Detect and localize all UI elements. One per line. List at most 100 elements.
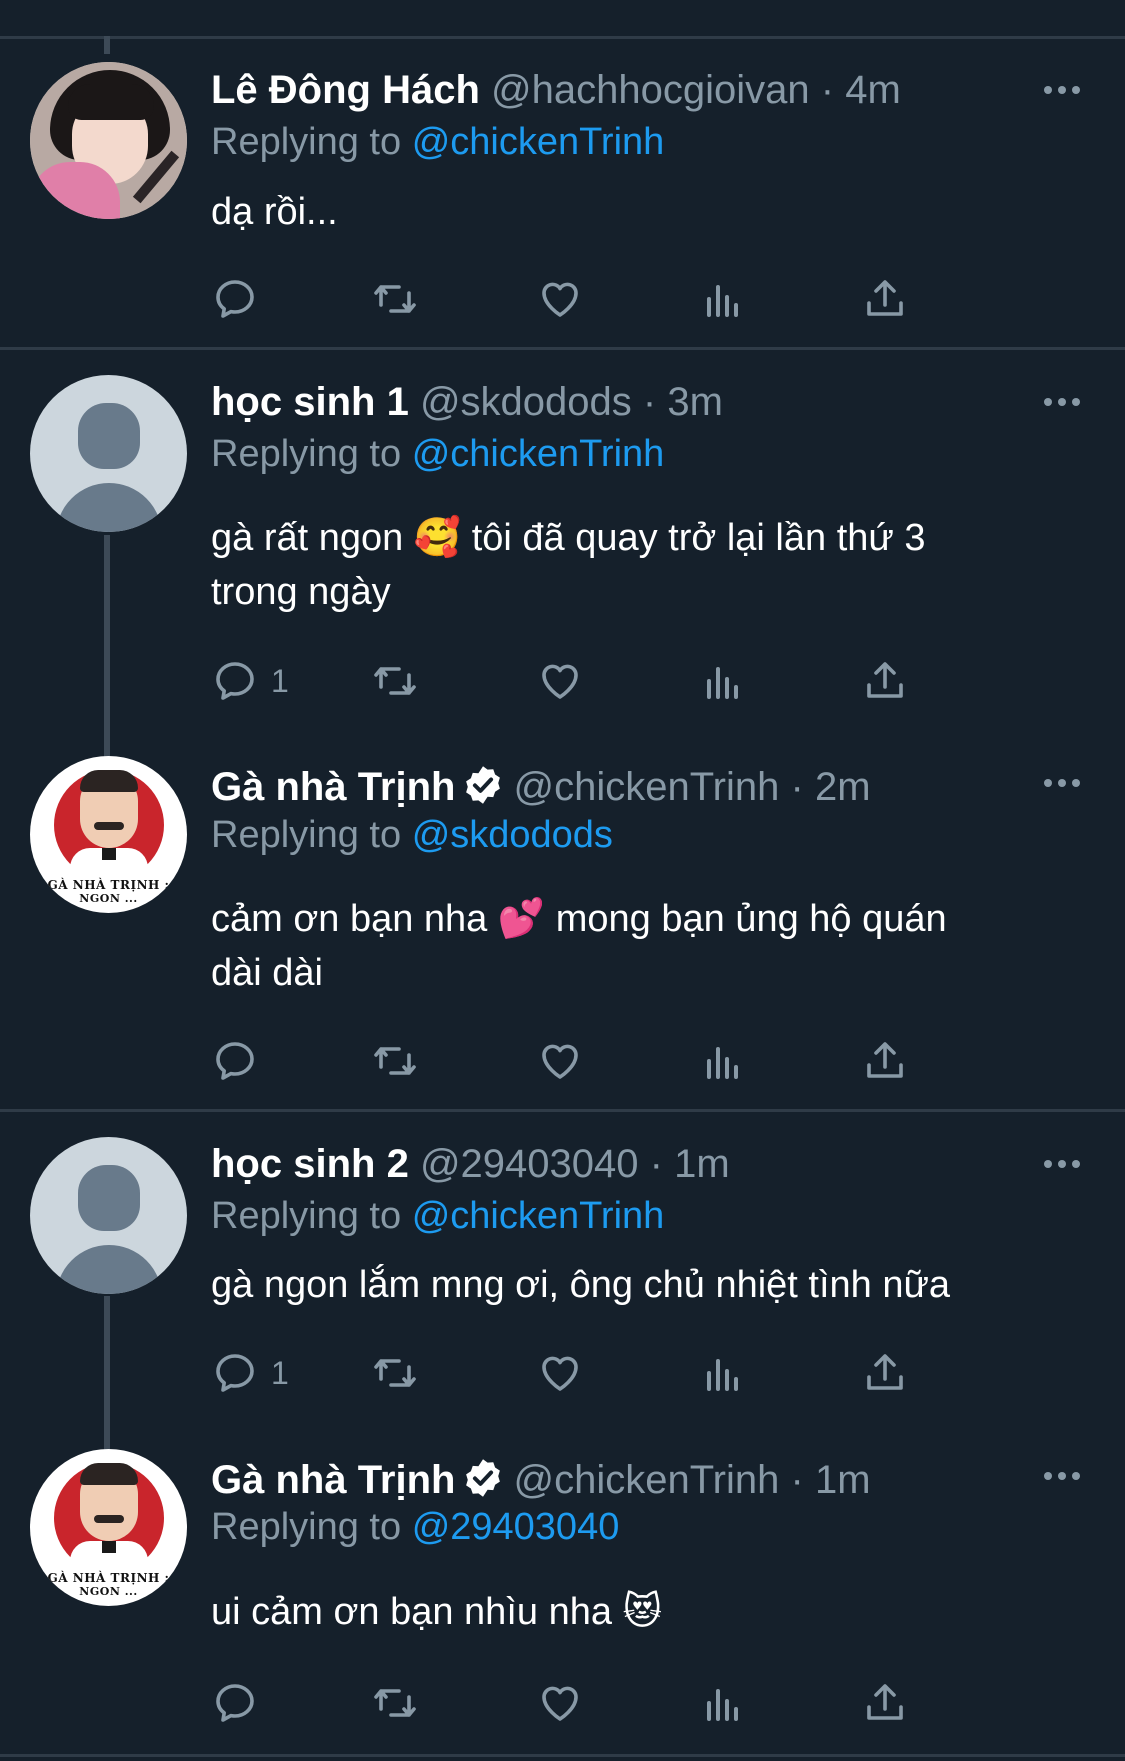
user-handle[interactable]: @chickenTrinh: [513, 765, 779, 809]
views-icon: [707, 667, 738, 699]
timestamp[interactable]: 3m: [667, 380, 723, 424]
more-icon[interactable]: [1042, 1456, 1082, 1496]
views-button[interactable]: [699, 1678, 747, 1728]
reply-icon: [216, 662, 254, 700]
mention-link[interactable]: @skdodods: [412, 814, 613, 856]
user-handle[interactable]: @hachhocgioivan: [491, 68, 810, 112]
tweet-text-line: gà ngon lắm mng ơi, ông chủ nhiệt tình n…: [211, 1264, 951, 1306]
avatar[interactable]: [30, 62, 187, 219]
display-name[interactable]: học sinh 2: [211, 1142, 409, 1186]
divider: [0, 1754, 1125, 1757]
mention-link[interactable]: @29403040: [412, 1506, 620, 1548]
retweet-icon: [374, 1689, 416, 1717]
display-name[interactable]: Gà nhà Trịnh: [211, 765, 455, 809]
display-name[interactable]: học sinh 1: [211, 380, 409, 424]
like-button[interactable]: [536, 274, 584, 324]
views-icon: [707, 1689, 738, 1721]
views-button[interactable]: [699, 1036, 747, 1086]
tweet-text: ui cảm ơn bạn nhìu nha 😻: [211, 1585, 1091, 1639]
share-button[interactable]: [861, 1036, 909, 1086]
tweet-text-line: trong ngày: [211, 571, 391, 613]
timestamp[interactable]: 2m: [815, 765, 871, 809]
timestamp[interactable]: 4m: [845, 68, 901, 112]
tweet-text: cảm ơn bạn nha 💕 mong bạn ủng hộ quán dà…: [211, 892, 1091, 1000]
replying-to-line: Replying to @chickenTrinh: [211, 1191, 664, 1241]
replying-label: Replying to: [211, 121, 402, 163]
more-icon[interactable]: [1042, 763, 1082, 803]
separator-dot: ·: [790, 765, 804, 809]
reply-button[interactable]: 1: [211, 1348, 289, 1398]
display-name[interactable]: Gà nhà Trịnh: [211, 1458, 455, 1502]
views-button[interactable]: [699, 274, 747, 324]
share-button[interactable]: [861, 1678, 909, 1728]
tweet-text-line: cảm ơn bạn nha 💕 mong bạn ủng hộ quán: [211, 898, 947, 940]
timestamp[interactable]: 1m: [674, 1142, 730, 1186]
user-handle[interactable]: @skdodods: [420, 380, 632, 424]
user-handle[interactable]: @29403040: [420, 1142, 639, 1186]
timestamp[interactable]: 1m: [815, 1458, 871, 1502]
views-button[interactable]: [699, 656, 747, 706]
like-button[interactable]: [536, 656, 584, 706]
tweet-header: Gà nhà Trịnh @chickenTrinh · 1m: [211, 1455, 871, 1505]
mention-link[interactable]: @chickenTrinh: [412, 1195, 665, 1237]
retweet-icon: [374, 1359, 416, 1387]
reply-button[interactable]: [211, 1036, 271, 1086]
views-icon: [707, 1359, 738, 1391]
thread-line: [104, 1296, 110, 1450]
user-handle[interactable]: @chickenTrinh: [513, 1458, 779, 1502]
retweet-button[interactable]: [371, 1678, 419, 1728]
tweet-actions: [211, 274, 1011, 324]
display-name[interactable]: Lê Đông Hách: [211, 68, 480, 112]
divider: [0, 1109, 1125, 1112]
replying-label: Replying to: [211, 814, 402, 856]
views-icon: [707, 285, 738, 317]
mention-link[interactable]: @chickenTrinh: [412, 433, 665, 475]
avatar[interactable]: [30, 1137, 187, 1294]
retweet-button[interactable]: [371, 274, 419, 324]
views-button[interactable]: [699, 1348, 747, 1398]
more-icon[interactable]: [1042, 1144, 1082, 1184]
like-button[interactable]: [536, 1036, 584, 1086]
tweet-header: Lê Đông Hách @hachhocgioivan · 4m: [211, 65, 901, 115]
tweet-text: gà rất ngon 🥰 tôi đã quay trở lại lần th…: [211, 511, 1091, 619]
share-icon: [867, 1354, 903, 1390]
reply-button[interactable]: 1: [211, 656, 289, 706]
mention-link[interactable]: @chickenTrinh: [412, 121, 665, 163]
replying-label: Replying to: [211, 1506, 402, 1548]
replying-label: Replying to: [211, 1195, 402, 1237]
reply-button[interactable]: [211, 1678, 271, 1728]
more-icon[interactable]: [1042, 70, 1082, 110]
replying-to-line: Replying to @chickenTrinh: [211, 117, 664, 167]
share-icon: [867, 280, 903, 316]
tweet-text-line: dài dài: [211, 952, 323, 994]
like-button[interactable]: [536, 1678, 584, 1728]
divider: [0, 347, 1125, 350]
reply-button[interactable]: [211, 274, 271, 324]
tweet-actions: [211, 1678, 1011, 1728]
separator-dot: ·: [790, 1458, 804, 1502]
retweet-icon: [374, 667, 416, 695]
avatar[interactable]: GÀ NHÀ TRỊNH : NGON ...: [30, 1449, 187, 1606]
separator-dot: ·: [820, 68, 835, 112]
replying-to-line: Replying to @chickenTrinh: [211, 429, 664, 479]
retweet-button[interactable]: [371, 1348, 419, 1398]
tweet-header: học sinh 1 @skdodods · 3m: [211, 377, 723, 427]
logo-text: GÀ NHÀ TRỊNH :: [47, 878, 170, 892]
logo-text: GÀ NHÀ TRỊNH :: [47, 1571, 170, 1585]
like-button[interactable]: [536, 1348, 584, 1398]
share-button[interactable]: [861, 1348, 909, 1398]
more-icon[interactable]: [1042, 382, 1082, 422]
share-button[interactable]: [861, 274, 909, 324]
avatar[interactable]: GÀ NHÀ TRỊNH : NGON ...: [30, 756, 187, 913]
share-button[interactable]: [861, 656, 909, 706]
tweet-actions: [211, 1036, 1011, 1086]
retweet-button[interactable]: [371, 1036, 419, 1086]
replying-label: Replying to: [211, 433, 402, 475]
thread-line: [104, 36, 110, 54]
tweet-actions: 1: [211, 656, 1011, 706]
share-icon: [867, 662, 903, 698]
replying-to-line: Replying to @skdodods: [211, 810, 613, 860]
retweet-button[interactable]: [371, 656, 419, 706]
tweet-text-line: dạ rồi...: [211, 191, 338, 233]
avatar[interactable]: [30, 375, 187, 532]
